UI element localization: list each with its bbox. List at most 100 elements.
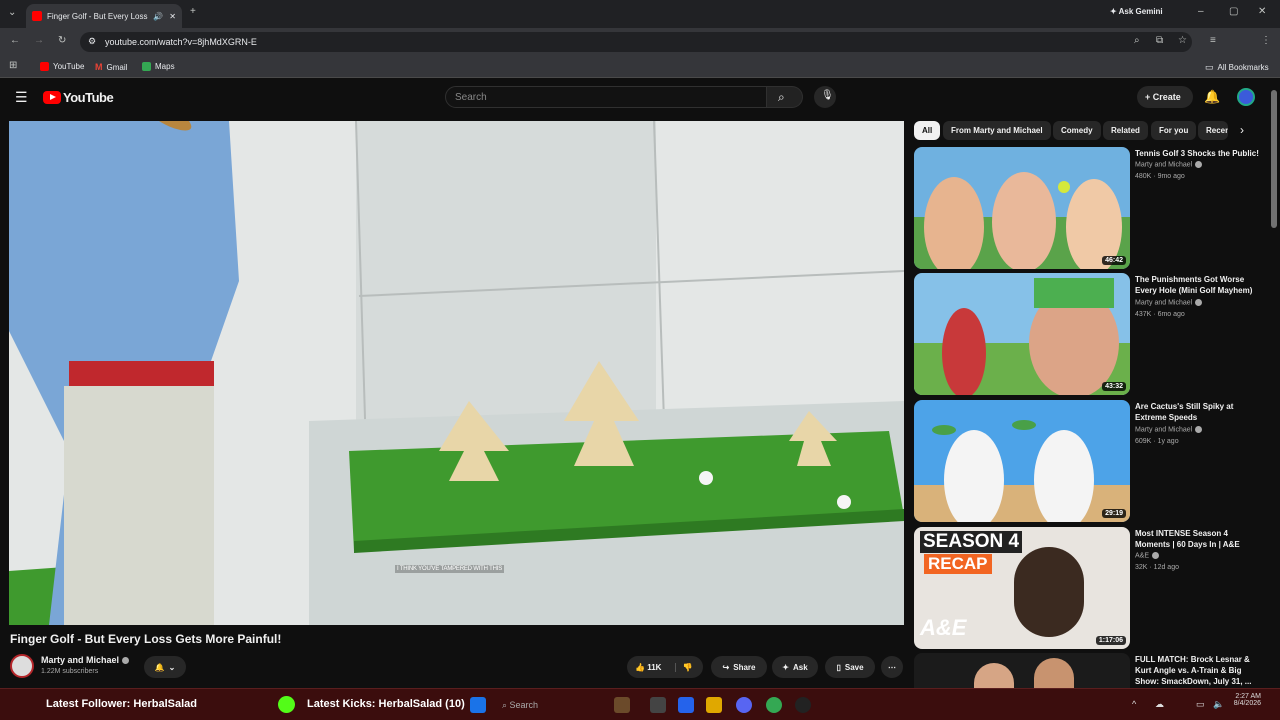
rec-channel[interactable]: Marty and Michael: [1135, 161, 1203, 168]
rec-thumbnail[interactable]: 29:19: [914, 400, 1130, 522]
bookmark-icon: ▯: [836, 662, 841, 672]
forward-icon[interactable]: →: [34, 35, 44, 46]
chrome-icon[interactable]: [766, 697, 782, 713]
chrome-menu-icon[interactable]: ⋮: [1261, 35, 1271, 46]
ask-button[interactable]: ✦ Ask: [772, 656, 818, 678]
file-explorer-icon[interactable]: [706, 697, 722, 713]
site-info-icon[interactable]: ⚙: [88, 36, 96, 47]
all-bookmarks-button[interactable]: ▭ All Bookmarks: [1205, 62, 1269, 73]
windows-start-icon[interactable]: [470, 697, 486, 713]
follower-label: Latest Follower:: [46, 698, 131, 710]
taskbar-app-icon[interactable]: [614, 697, 630, 713]
rec-channel[interactable]: A&E: [1135, 552, 1160, 560]
save-label: Save: [844, 662, 864, 672]
taskbar-search[interactable]: ⌕ Search: [502, 700, 538, 711]
rec-title[interactable]: FULL MATCH: Brock Lesnar & Kurt Angle vs…: [1135, 654, 1265, 687]
chip-from-channel[interactable]: From Marty and Michael: [943, 121, 1051, 140]
taskbar-app-icon[interactable]: [678, 697, 694, 713]
search-button[interactable]: ⌕: [767, 86, 803, 108]
subscribed-notifications-button[interactable]: 🔔 ⌄: [144, 656, 186, 678]
save-button[interactable]: ▯ Save: [825, 656, 875, 678]
chip-all[interactable]: All: [914, 121, 941, 140]
account-avatar[interactable]: [1237, 88, 1255, 106]
system-tray-chevron-icon[interactable]: ^: [1132, 699, 1136, 709]
video-player[interactable]: I THINK YOU'VE TAMPERED WITH THIS: [9, 121, 904, 625]
share-icon: ↪: [722, 662, 730, 672]
notifications-bell-icon[interactable]: 🔔: [1204, 89, 1220, 105]
thumbs-up-icon: 👍: [635, 662, 645, 672]
rec-thumbnail[interactable]: 43:32: [914, 273, 1130, 395]
chip-related[interactable]: Related: [1103, 121, 1148, 140]
apps-grid-icon[interactable]: ⊞: [9, 60, 17, 71]
chips-next-icon[interactable]: ›: [1240, 123, 1244, 137]
share-label: Share: [733, 662, 756, 672]
bookmark-label: Maps: [155, 62, 175, 71]
all-bookmarks-label: All Bookmarks: [1217, 63, 1269, 72]
cast-icon[interactable]: ⧉: [1156, 35, 1163, 46]
rec-channel-text: Marty and Michael: [1135, 299, 1193, 307]
chevron-down-icon: ⌄: [168, 662, 176, 672]
video-caption: I THINK YOU'VE TAMPERED WITH THIS: [395, 565, 505, 573]
channel-name[interactable]: Marty and Michael: [41, 655, 130, 665]
kicks-value: HerbalSalad (10): [378, 698, 465, 710]
wifi-icon[interactable]: ▭: [1196, 699, 1205, 710]
chip-comedy[interactable]: Comedy: [1053, 121, 1101, 140]
bookmark-gmail[interactable]: M Gmail: [95, 62, 127, 72]
search-input[interactable]: Search: [445, 86, 767, 108]
rec-channel[interactable]: Marty and Michael: [1135, 299, 1203, 307]
rec-channel[interactable]: Marty and Michael: [1135, 426, 1203, 433]
hamburger-menu-icon[interactable]: ☰: [15, 89, 28, 106]
rec-channel-text: A&E: [1135, 552, 1150, 560]
youtube-logo-icon[interactable]: [43, 91, 61, 104]
bookmark-youtube[interactable]: YouTube: [40, 62, 84, 71]
ae-logo: A&E: [920, 615, 967, 640]
rec-title[interactable]: Tennis Golf 3 Shocks the Public!: [1135, 148, 1265, 159]
reading-list-icon[interactable]: ≡: [1210, 35, 1216, 46]
create-button[interactable]: + Create: [1137, 86, 1193, 108]
dislike-button[interactable]: 👎: [675, 662, 692, 672]
tab-close-icon[interactable]: ✕: [169, 12, 176, 21]
rec-meta: 609K · 1y ago: [1135, 438, 1179, 445]
ask-gemini-button[interactable]: ✦ Ask Gemini: [1110, 7, 1163, 16]
verified-icon: [1195, 161, 1203, 168]
browser-tab[interactable]: Finger Golf - But Every Loss Gets More P…: [26, 4, 182, 28]
rec-thumbnail[interactable]: 46:42: [914, 147, 1130, 269]
rec-title[interactable]: Are Cactus's Still Spiky at Extreme Spee…: [1135, 401, 1265, 423]
rec-title[interactable]: The Punishments Got Worse Every Hole (Mi…: [1135, 274, 1265, 296]
bookmark-star-icon[interactable]: ☆: [1178, 35, 1187, 46]
task-view-icon[interactable]: [650, 697, 666, 713]
rec-thumbnail[interactable]: SEASON 4 RECAP A&E 1:17:06: [914, 527, 1130, 649]
bookmark-maps[interactable]: Maps: [142, 62, 175, 71]
speaker-icon[interactable]: 🔊: [153, 12, 163, 21]
maximize-button[interactable]: ▢: [1229, 6, 1238, 17]
zoom-icon[interactable]: ⌕: [1134, 35, 1140, 46]
page-scrollbar[interactable]: [1271, 90, 1277, 228]
chip-recent[interactable]: Recen: [1198, 121, 1228, 140]
rec-meta: 480K · 9mo ago: [1135, 173, 1185, 180]
rec-thumb-text: SEASON 4: [920, 531, 1023, 553]
like-button[interactable]: 👍 11K: [635, 663, 661, 672]
network-icon[interactable]: ☁: [1155, 699, 1164, 710]
address-bar[interactable]: ⚙ youtube.com/watch?v=8jhMdXGRN-E: [80, 32, 1192, 52]
youtube-logo-text[interactable]: YouTube: [63, 90, 114, 105]
windows-taskbar: Latest Follower: HerbalSalad Latest Kick…: [0, 688, 1280, 720]
rec-thumbnail[interactable]: [914, 653, 1130, 688]
close-window-button[interactable]: ✕: [1258, 6, 1266, 17]
chip-for-you[interactable]: For you: [1151, 121, 1197, 140]
discord-icon[interactable]: [736, 697, 752, 713]
reload-icon[interactable]: ↻: [58, 35, 66, 46]
channel-avatar[interactable]: [10, 654, 34, 678]
more-actions-button[interactable]: ⋯: [881, 656, 903, 678]
clock[interactable]: 2:27 AM 8/4/2026: [1233, 693, 1261, 707]
tab-search-icon[interactable]: ⌄: [8, 7, 16, 18]
obs-icon[interactable]: [795, 697, 811, 713]
new-tab-button[interactable]: +: [190, 6, 196, 17]
back-icon[interactable]: ←: [10, 35, 20, 46]
voice-search-button[interactable]: 🎙: [814, 86, 836, 108]
rec-duration: 1:17:06: [1095, 636, 1126, 645]
volume-icon[interactable]: 🔈: [1213, 699, 1224, 710]
rec-title[interactable]: Most INTENSE Season 4 Moments | 60 Days …: [1135, 528, 1265, 550]
share-button[interactable]: ↪ Share: [711, 656, 767, 678]
sparkle-icon: ✦: [782, 662, 789, 672]
minimize-button[interactable]: –: [1198, 6, 1204, 17]
